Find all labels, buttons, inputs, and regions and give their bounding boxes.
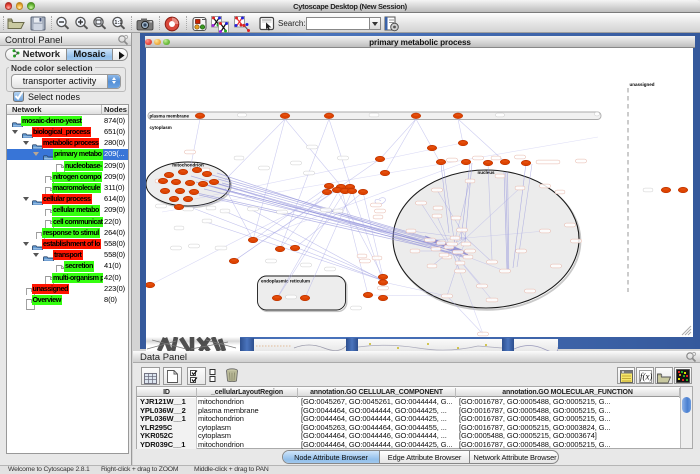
svg-text:nucleus: nucleus — [477, 170, 495, 175]
svg-text:plasma membrane: plasma membrane — [150, 114, 190, 119]
svg-text:mitochondrion: mitochondrion — [172, 163, 204, 168]
svg-text:f(x): f(x) — [640, 371, 652, 381]
svg-text:unassigned: unassigned — [630, 82, 655, 87]
svg-text:1:1: 1:1 — [114, 20, 122, 26]
svg-text:cytoplasm: cytoplasm — [150, 125, 172, 130]
